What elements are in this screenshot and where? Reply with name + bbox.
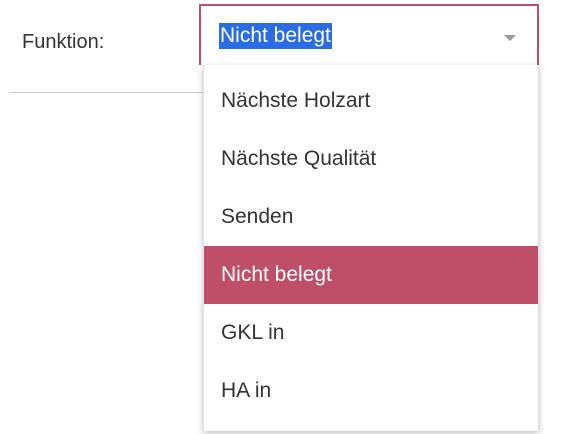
option-senden[interactable]: Senden <box>204 188 538 246</box>
funktion-label: Funktion: <box>22 31 105 53</box>
option-naechste-qualitaet[interactable]: Nächste Qualität <box>204 130 538 188</box>
row-separator <box>10 92 203 93</box>
option-nicht-belegt[interactable]: Nicht belegt <box>204 246 538 304</box>
funktion-select[interactable]: Nicht belegt <box>199 4 539 65</box>
funktion-dropdown-list: Nächste Holzart Nächste Qualität Senden … <box>203 65 539 431</box>
caret-down-icon[interactable] <box>504 35 516 41</box>
select-value: Nicht belegt <box>219 23 332 49</box>
form-stage: Funktion: Nicht belegt Nächste Holzart N… <box>0 0 574 434</box>
option-ha-in[interactable]: HA in <box>204 362 538 420</box>
option-gkl-in[interactable]: GKL in <box>204 304 538 362</box>
option-naechste-holzart[interactable]: Nächste Holzart <box>204 72 538 130</box>
